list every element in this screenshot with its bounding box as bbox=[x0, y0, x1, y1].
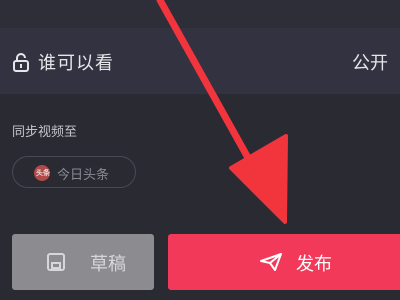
paper-plane-icon bbox=[260, 253, 282, 271]
draft-button[interactable]: 草稿 bbox=[12, 234, 154, 290]
publish-button[interactable]: 发布 bbox=[168, 234, 400, 290]
sync-toutiao-chip[interactable]: 头条 今日头条 bbox=[12, 156, 136, 188]
privacy-value[interactable]: 公开 bbox=[352, 49, 388, 75]
save-icon bbox=[47, 253, 65, 271]
privacy-label: 谁可以看 bbox=[38, 53, 114, 74]
draft-label: 草稿 bbox=[90, 254, 126, 275]
publish-label: 发布 bbox=[296, 254, 332, 275]
sync-toutiao-label: 今日头条 bbox=[57, 168, 110, 183]
toutiao-icon-text: 头条 bbox=[36, 169, 50, 177]
lock-icon bbox=[13, 53, 29, 72]
sync-section-label: 同步视频至 bbox=[12, 125, 78, 140]
toutiao-icon: 头条 bbox=[34, 165, 50, 181]
top-strip bbox=[0, 0, 400, 28]
